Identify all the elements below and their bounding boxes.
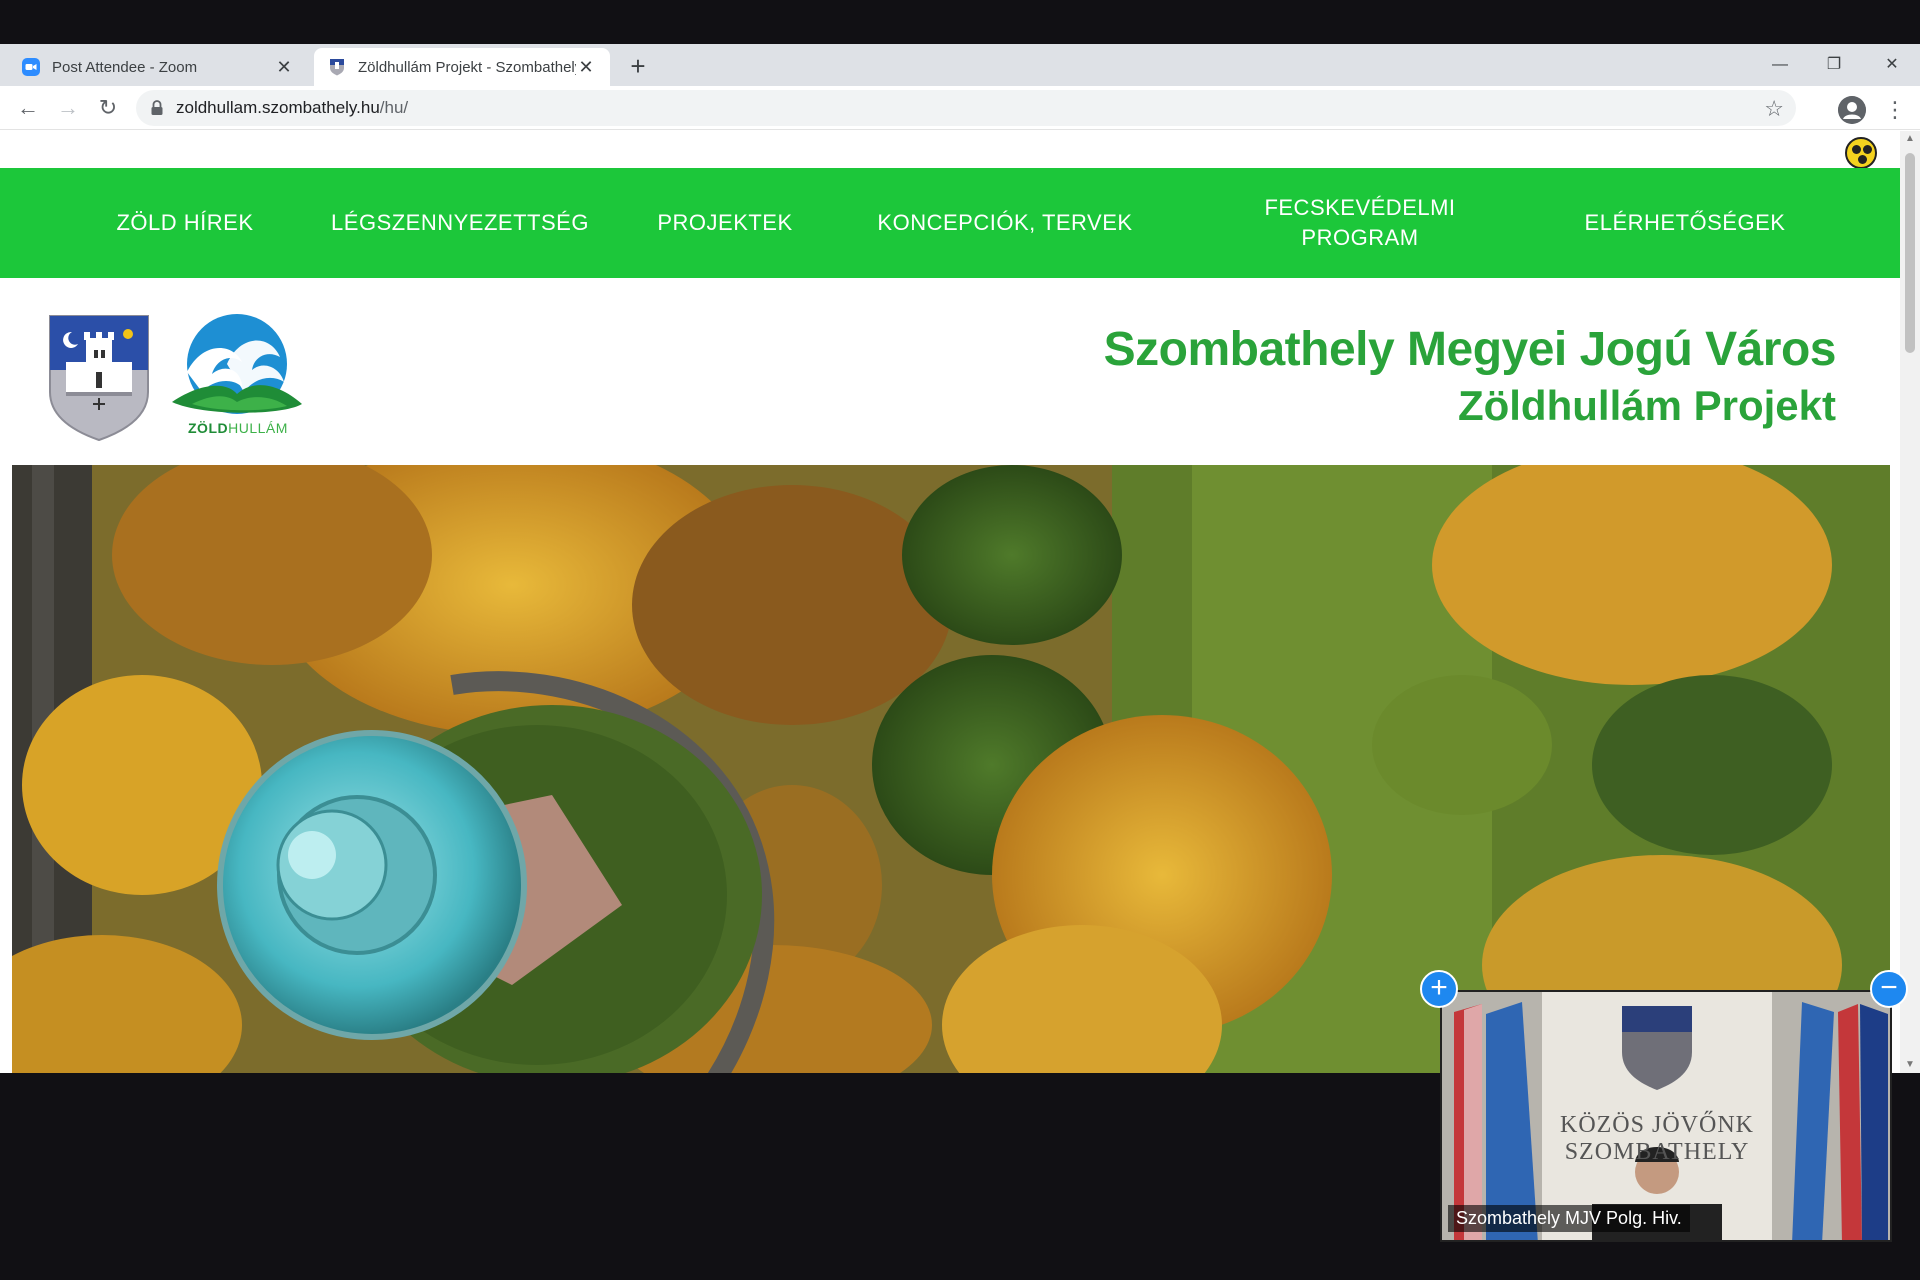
url-path: /hu/ [379, 98, 409, 117]
participant-name-label: Szombathely MJV Polg. Hiv. [1448, 1205, 1690, 1232]
tab-bar: Post Attendee - Zoom ✕ Zöldhullám Projek… [0, 44, 1920, 86]
video-banner-text: KÖZÖS JÖVŐNK SZOMBATHELY [1552, 1112, 1762, 1166]
video-banner-line1: KÖZÖS JÖVŐNK [1559, 1112, 1754, 1138]
page-scrollbar[interactable]: ▲ ▼ [1900, 131, 1920, 1073]
hero-aerial-image [12, 465, 1890, 1073]
coat-of-arms-icon [330, 59, 344, 76]
coat-of-arms-logo[interactable] [48, 314, 150, 442]
video-banner-line2: SZOMBATHELY [1564, 1139, 1750, 1165]
scroll-up-icon[interactable]: ▲ [1900, 131, 1920, 147]
minimize-video-icon[interactable]: − [1870, 970, 1908, 1008]
browser-toolbar: ← → ↻ zoldhullam.szombathely.hu/hu/ ☆ [0, 86, 1920, 130]
logo-text-bold: ZÖLD [188, 420, 229, 436]
url-text: zoldhullam.szombathely.hu/hu/ [176, 98, 408, 118]
nav-item-fecskevedelmi-program[interactable]: FECSKEVÉDELMI PROGRAM [1230, 168, 1490, 278]
nav-item-zold-hirek[interactable]: ZÖLD HÍREK [80, 168, 290, 278]
tab-close-icon[interactable]: ✕ [274, 57, 294, 77]
reload-icon[interactable]: ↻ [94, 94, 122, 122]
nav-item-projektek[interactable]: PROJEKTEK [635, 168, 815, 278]
scrollbar-thumb[interactable] [1905, 153, 1915, 353]
restore-icon[interactable]: ❐ [1816, 50, 1852, 80]
tab-title: Post Attendee - Zoom [52, 58, 198, 76]
profile-avatar-icon[interactable] [1838, 96, 1866, 124]
bookmark-star-icon[interactable]: ☆ [1764, 96, 1784, 122]
back-icon[interactable]: ← [14, 94, 42, 122]
main-navigation: ZÖLD HÍREK LÉGSZENNYEZETTSÉG PROJEKTEK K… [0, 168, 1900, 278]
site-header: ZÖLDHULLÁM Szombathely Megyei Jogú Város… [0, 278, 1900, 464]
hero-aerial-photo [12, 465, 1890, 1073]
close-window-icon[interactable]: ✕ [1874, 50, 1910, 80]
web-page: ZÖLD HÍREK LÉGSZENNYEZETTSÉG PROJEKTEK K… [0, 131, 1900, 1073]
logo-text-light: HULLÁM [228, 420, 288, 436]
site-title: Szombathely Megyei Jogú Város [1103, 323, 1837, 376]
zoom-video-window[interactable]: KÖZÖS JÖVŐNK SZOMBATHELY Szombathely MJV… [1440, 990, 1892, 1242]
new-tab-button[interactable]: + [624, 52, 652, 80]
forward-icon[interactable]: → [54, 94, 82, 122]
nav-item-elerhetosegek[interactable]: ELÉRHETŐSÉGEK [1555, 168, 1815, 278]
zoom-icon [22, 58, 40, 76]
tab-zoldhullam[interactable]: Zöldhullám Projekt - Szombathely ✕ [314, 48, 610, 86]
browser-window: Post Attendee - Zoom ✕ Zöldhullám Projek… [0, 44, 1920, 1073]
expand-video-icon[interactable]: + [1420, 970, 1458, 1008]
site-subtitle: Zöldhullám Projekt [1457, 382, 1836, 429]
nav-item-legszennyezettseg[interactable]: LÉGSZENNYEZETTSÉG [320, 168, 600, 278]
accessibility-icon[interactable] [1845, 137, 1877, 169]
screen: Post Attendee - Zoom ✕ Zöldhullám Projek… [0, 0, 1920, 1280]
tab-zoom[interactable]: Post Attendee - Zoom ✕ [8, 48, 308, 86]
url-host: zoldhullam.szombathely.hu [176, 98, 380, 117]
scroll-down-icon[interactable]: ▼ [1900, 1057, 1920, 1073]
tab-title: Zöldhullám Projekt - Szombathely [358, 58, 576, 76]
address-bar[interactable]: zoldhullam.szombathely.hu/hu/ ☆ [136, 90, 1796, 126]
tab-close-icon[interactable]: ✕ [576, 57, 596, 77]
minimize-icon[interactable]: — [1762, 50, 1798, 80]
nav-item-koncepciok-tervek[interactable]: KONCEPCIÓK, TERVEK [860, 168, 1150, 278]
zoldhullam-logo-text: ZÖLDHULLÁM [188, 420, 288, 436]
lock-icon [151, 100, 163, 115]
browser-menu-icon[interactable]: ⋮ [1884, 94, 1906, 126]
